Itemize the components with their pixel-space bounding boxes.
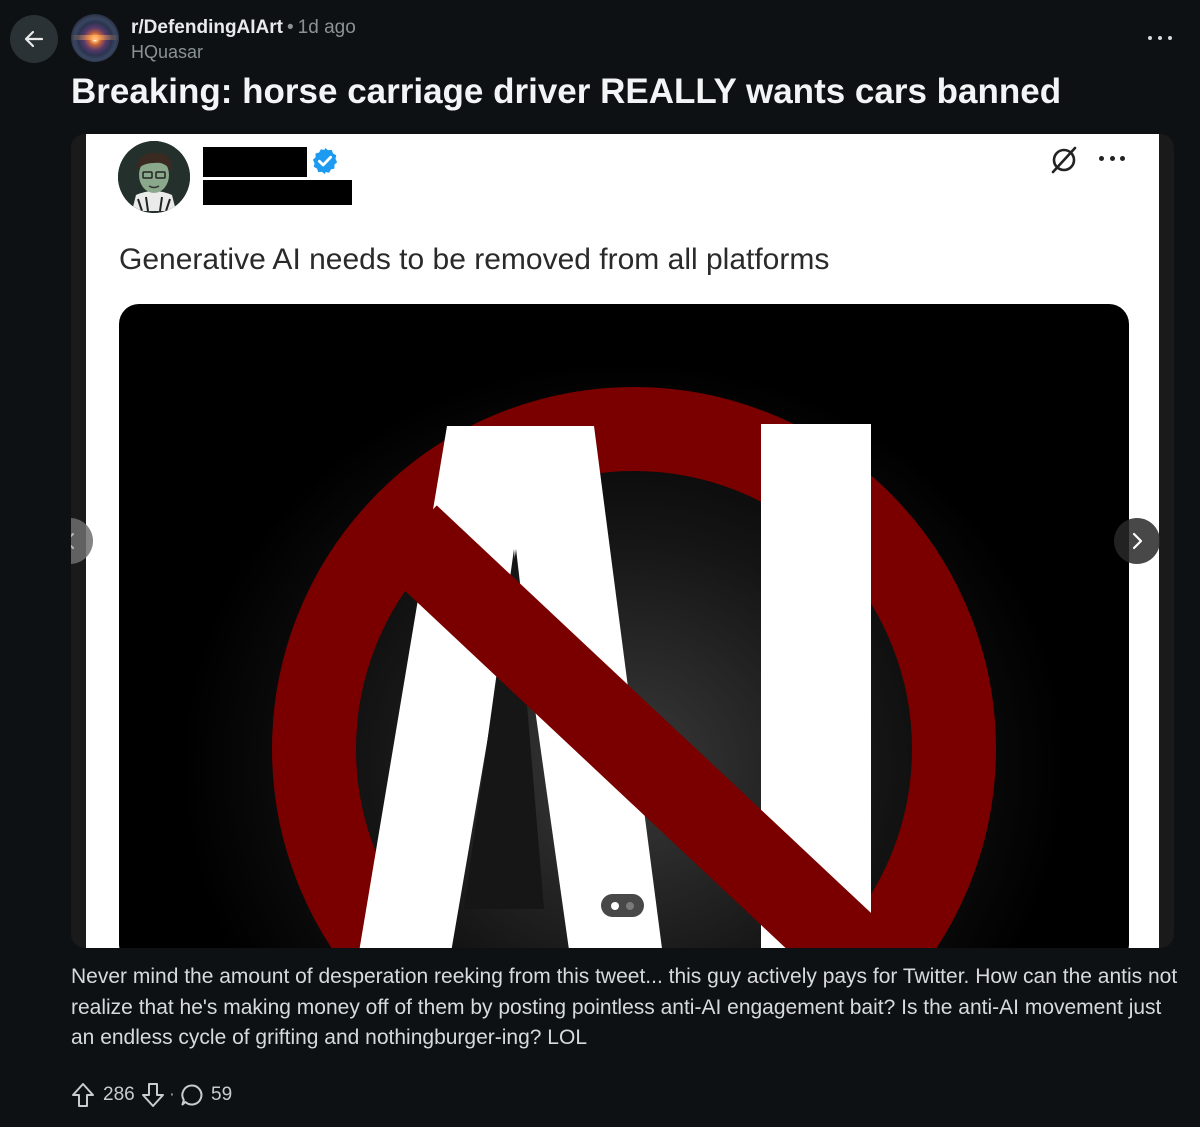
comments-button[interactable]: 59 (180, 1083, 232, 1107)
upvote-arrow-icon (72, 1083, 94, 1107)
pager-dot-active[interactable] (611, 901, 619, 910)
no-ai-prohibition-graphic: AI (119, 304, 996, 948)
vote-score: 286 (103, 1084, 135, 1105)
tweet-text: Generative AI needs to be removed from a… (119, 243, 830, 276)
downvote-arrow-icon (141, 1083, 164, 1107)
grok-icon[interactable] (1048, 144, 1080, 176)
redacted-display-name (203, 147, 307, 177)
post-meta: r/DefendingAIArt • 1d ago (131, 16, 356, 40)
redacted-handle (203, 180, 352, 205)
tweet-image: AI (119, 304, 1129, 948)
post-title[interactable]: Breaking: horse carriage driver REALLY w… (71, 70, 1061, 114)
actions-separator: · (168, 1084, 176, 1105)
subreddit-avatar[interactable] (71, 14, 119, 62)
verified-badge-icon (312, 147, 338, 175)
pager-dot[interactable] (626, 901, 634, 910)
arrow-left-icon (24, 30, 44, 48)
chevron-right-icon (1132, 532, 1143, 550)
gallery-next-button[interactable] (1114, 518, 1160, 564)
tweet-more-icon[interactable] (1099, 156, 1125, 162)
tweet-author-avatar (118, 141, 190, 213)
upvote-button[interactable] (71, 1082, 95, 1108)
more-horizontal-icon (1148, 36, 1152, 40)
post-actions: 286 · 59 (71, 1080, 232, 1110)
author-link[interactable]: HQuasar (131, 40, 203, 64)
chevron-left-icon (71, 533, 74, 549)
more-dot (1168, 36, 1172, 40)
subreddit-link[interactable]: r/DefendingAIArt (131, 17, 283, 38)
post-time: 1d ago (297, 17, 356, 38)
post-page: r/DefendingAIArt • 1d ago HQuasar Breaking… (0, 0, 1200, 1127)
gallery-pager (601, 894, 644, 917)
comment-bubble-icon (181, 1084, 203, 1106)
comment-count: 59 (211, 1084, 233, 1105)
post-body: Never mind the amount of desperation ree… (71, 965, 1178, 1049)
more-options-button[interactable] (1148, 28, 1172, 48)
tweet-more-dot (1099, 156, 1104, 161)
image-gallery[interactable]: Generative AI needs to be removed from a… (71, 134, 1174, 948)
tweet-more-dot (1109, 156, 1115, 161)
image-letters: AI (119, 304, 134, 308)
avatar-illustration (118, 141, 190, 213)
meta-separator: • (287, 17, 294, 38)
more-dot (1158, 36, 1162, 40)
tweet-screenshot: Generative AI needs to be removed from a… (86, 134, 1159, 948)
tweet-more-dot (1120, 156, 1125, 161)
back-button[interactable] (10, 15, 58, 63)
downvote-button[interactable] (141, 1082, 165, 1108)
